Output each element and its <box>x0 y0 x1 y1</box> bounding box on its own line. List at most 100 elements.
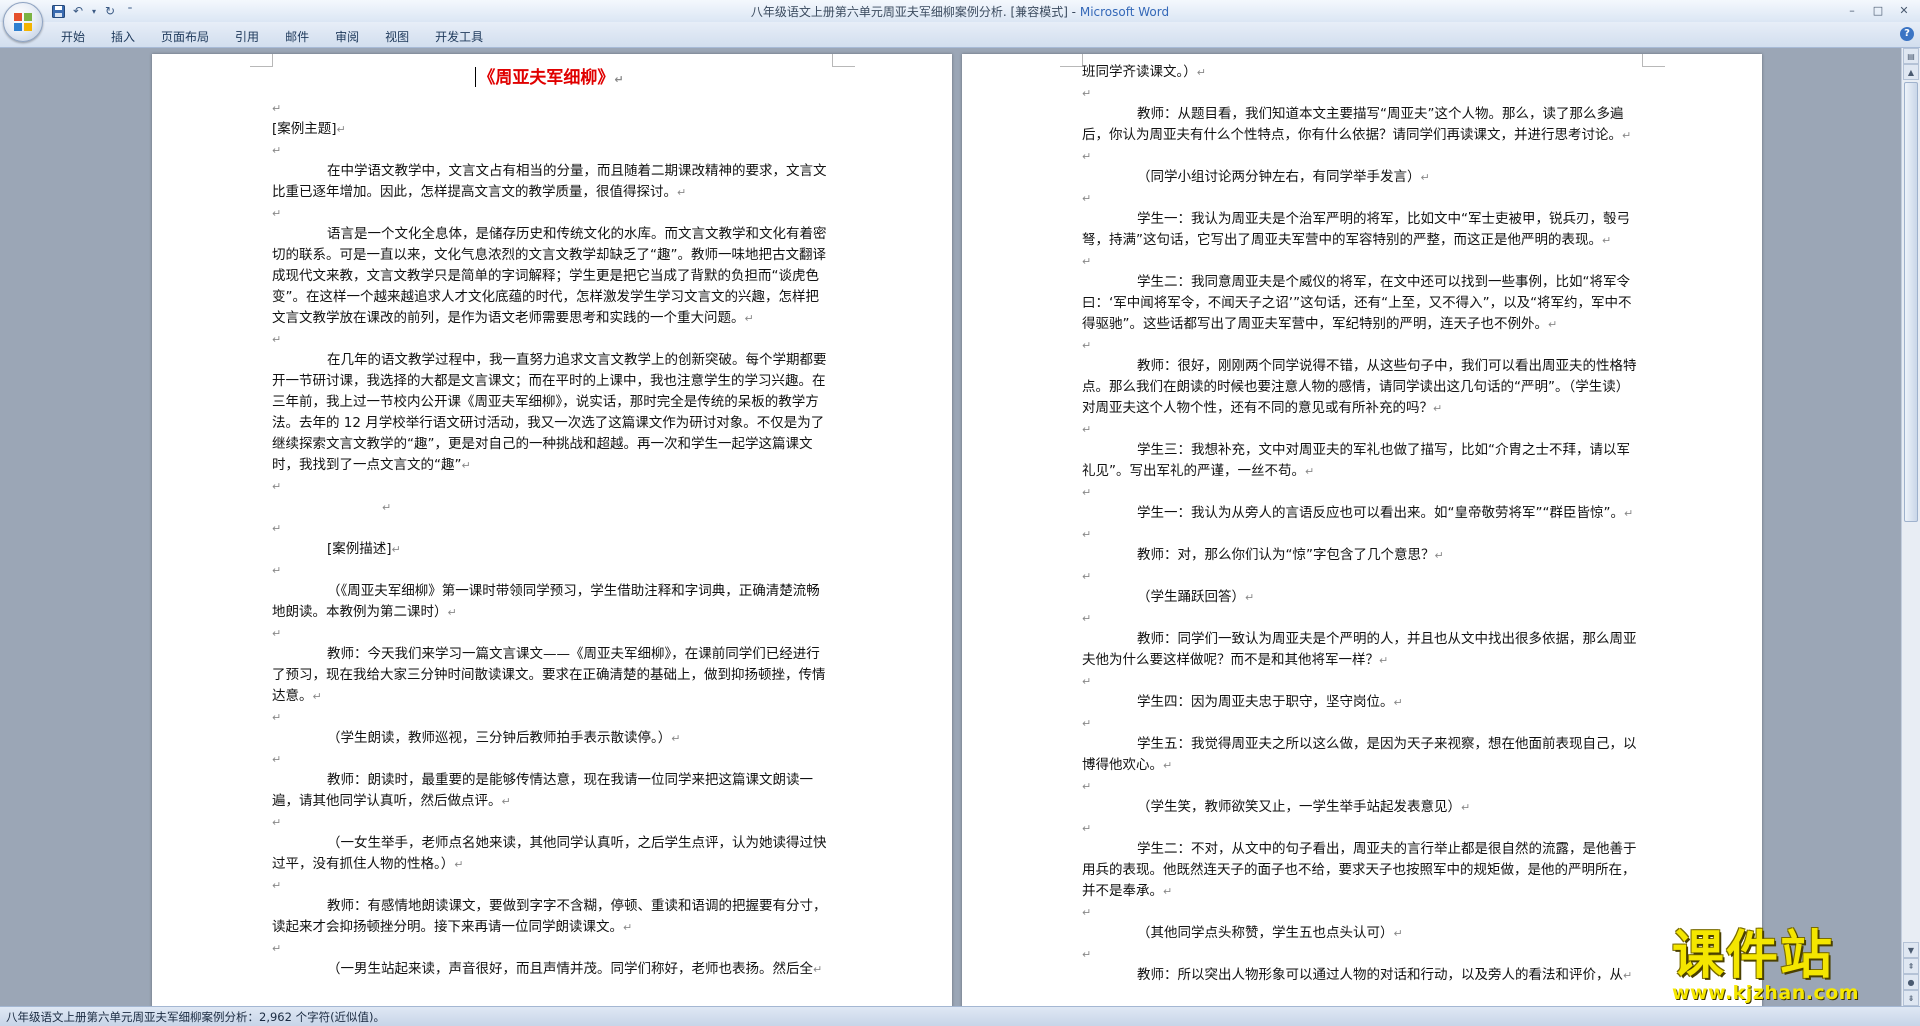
empty-paragraph: ↵ <box>272 560 827 581</box>
document-paragraph: （其他同学点头称赞，学生五也点头认可）↵ <box>1082 923 1637 944</box>
paragraph-mark-icon: ↵ <box>1082 906 1092 919</box>
scroll-up-icon[interactable]: ▲ <box>1903 64 1919 80</box>
empty-paragraph: ↵ <box>1082 566 1637 587</box>
empty-paragraph: ↵ <box>272 938 827 959</box>
document-paragraph: 学生一：我认为周亚夫是个治军严明的将军，比如文中“军士吏被甲，锐兵刃，彀弓弩，持… <box>1082 209 1637 251</box>
paragraph-mark-icon: ↵ <box>447 606 457 619</box>
paragraph-text: （一男生站起来读，声音很好，而且声情并茂。同学们称好，老师也表扬。然后全 <box>327 961 813 977</box>
paragraph-mark-icon: ↵ <box>671 732 681 745</box>
empty-paragraph: ↵ <box>272 329 827 350</box>
paragraph-mark-icon: ↵ <box>272 942 282 955</box>
window-title: 八年级语文上册第六单元周亚夫军细柳案例分析. [兼容模式] - Microsof… <box>0 3 1920 20</box>
document-paragraph: 在几年的语文教学过程中，我一直努力追求文言文教学上的创新突破。每个学期都要开一节… <box>272 350 827 476</box>
paragraph-text: 学生三：我想补充，文中对周亚夫的军礼也做了描写，比如“介胄之士不拜，请以军礼见”… <box>1082 442 1630 479</box>
tab-developer[interactable]: 开发工具 <box>422 26 496 47</box>
document-paragraph: 学生三：我想补充，文中对周亚夫的军礼也做了描写，比如“介胄之士不拜，请以军礼见”… <box>1082 440 1637 482</box>
paragraph-mark-icon: ↵ <box>1082 780 1092 793</box>
paragraph-mark-icon: ↵ <box>1461 801 1471 814</box>
paragraph-text: （《周亚夫军细柳》第一课时带领同学预习，学生借助注释和字词典，正确清楚流畅地朗读… <box>272 583 820 620</box>
paragraph-mark-icon: ↵ <box>1622 129 1632 142</box>
empty-paragraph: ↵ <box>1082 776 1637 797</box>
paragraph-mark-icon: ↵ <box>1082 948 1092 961</box>
paragraph-mark-icon: ↵ <box>813 963 823 976</box>
paragraph-mark-icon: ↵ <box>1082 570 1092 583</box>
paragraph-mark-icon: ↵ <box>1082 717 1092 730</box>
page-2-content[interactable]: 班同学齐读课文。）↵ ↵ 教师：从题目看，我们知道本文主要描写“周亚夫”这个人物。那… <box>1082 62 1637 986</box>
document-paragraph: 教师：对，那么你们认为“惊”字包含了几个意思？↵ <box>1082 545 1637 566</box>
document-paragraph: （一女生举手，老师点名她来读，其他同学认真听，之后学生点评，认为她读得过快过平，… <box>272 833 827 875</box>
paragraph-mark-icon: ↵ <box>272 816 282 829</box>
document-paragraph: [案例描述]↵ <box>272 539 827 560</box>
paragraph-mark-icon: ↵ <box>272 333 282 346</box>
empty-paragraph: ↵ <box>1082 524 1637 545</box>
ruler-toggle-icon[interactable]: ▤ <box>1903 48 1919 64</box>
empty-paragraph: ↵ <box>272 140 827 161</box>
document-paragraph: 教师：所以突出人物形象可以通过人物的对话和行动，以及旁人的看法和评价，从↵ <box>1082 965 1637 986</box>
help-icon[interactable]: ? <box>1900 27 1914 41</box>
paragraph-mark-icon: ↵ <box>312 690 322 703</box>
margin-corner-mark <box>832 54 855 67</box>
tab-view[interactable]: 视图 <box>372 26 422 47</box>
empty-paragraph: ↵ <box>1082 902 1637 923</box>
paragraph-mark-icon: ↵ <box>1196 66 1206 79</box>
document-paragraph: （一男生站起来读，声音很好，而且声情并茂。同学们称好，老师也表扬。然后全↵ <box>272 959 827 980</box>
empty-paragraph: ↵ <box>1082 944 1637 965</box>
paragraph-text: （同学小组讨论两分钟左右，有同学举手发言） <box>1137 169 1421 185</box>
paragraph-mark-icon: ↵ <box>1433 402 1443 415</box>
document-paragraph: 教师：很好，刚刚两个同学说得不错，从这些句子中，我们可以看出周亚夫的性格特点。那… <box>1082 356 1637 419</box>
paragraph-text: （学生笑，教师欲笑又止，一学生举手站起发表意见） <box>1137 799 1461 815</box>
paragraph-mark-icon: ↵ <box>272 627 282 640</box>
paragraph-mark-icon: ↵ <box>614 73 624 86</box>
office-button[interactable] <box>3 2 43 42</box>
tab-home[interactable]: 开始 <box>48 26 98 47</box>
document-paragraph: 学生四：因为周亚夫忠于职守，坚守岗位。↵ <box>1082 692 1637 713</box>
document-title: 八年级语文上册第六单元周亚夫军细柳案例分析. [兼容模式] - <box>750 5 1080 19</box>
paragraph-mark-icon: ↵ <box>1082 339 1092 352</box>
paragraph-text: （学生朗读，教师巡视，三分钟后教师拍手表示散读停。） <box>327 730 672 746</box>
tab-references[interactable]: 引用 <box>222 26 272 47</box>
paragraph-text: 学生一：我认为从旁人的言语反应也可以看出来。如“皇帝敬劳将军”“群臣皆惊”。 <box>1137 505 1624 521</box>
paragraph-text: （学生踊跃回答） <box>1137 589 1245 605</box>
tab-insert[interactable]: 插入 <box>98 26 148 47</box>
minimize-icon[interactable]: – <box>1840 1 1864 19</box>
paragraph-mark-icon: ↵ <box>1379 654 1389 667</box>
paragraph-mark-icon: ↵ <box>272 480 282 493</box>
scrollbar-thumb[interactable] <box>1904 82 1918 522</box>
page-1-content[interactable]: 《周亚夫军细柳》↵ ↵ [案例主题]↵ ↵ 在中学语文教学中，文言文占有相当的分量，而… <box>272 64 827 980</box>
tab-review[interactable]: 审阅 <box>322 26 372 47</box>
document-paragraph: [案例主题]↵ <box>272 119 827 140</box>
paragraph-text: 教师：有感情地朗读课文，要做到字字不含糊，停顿、重读和语调的把握要有分寸，读起来… <box>272 898 827 935</box>
document-paragraph: 学生二：我同意周亚夫是个威仪的将军，在文中还可以找到一些事例，比如“将军令曰：‘… <box>1082 272 1637 335</box>
paragraph-text: [案例描述] <box>327 541 392 557</box>
tab-page-layout[interactable]: 页面布局 <box>148 26 222 47</box>
document-area: 《周亚夫军细柳》↵ ↵ [案例主题]↵ ↵ 在中学语文教学中，文言文占有相当的分量，而… <box>0 48 1902 1006</box>
paragraph-mark-icon: ↵ <box>1082 423 1092 436</box>
paragraph-mark-icon: ↵ <box>272 144 282 157</box>
paragraph-text: 教师：今天我们来学习一篇文言课文——《周亚夫军细柳》，在课前同学们已经进行了预习… <box>272 646 826 704</box>
paragraph-mark-icon: ↵ <box>272 711 282 724</box>
paragraph-mark-icon: ↵ <box>1082 675 1092 688</box>
vertical-scrollbar[interactable]: ▤ ▲ ▼ ⇞ ● ⇟ <box>1901 48 1920 1006</box>
paragraph-text: 学生一：我认为周亚夫是个治军严明的将军，比如文中“军士吏被甲，锐兵刃，彀弓弩，持… <box>1082 211 1630 248</box>
document-paragraph: 教师：从题目看，我们知道本文主要描写“周亚夫”这个人物。那么，读了那么多遍后，你… <box>1082 104 1637 146</box>
empty-paragraph: ↵ <box>272 203 827 224</box>
empty-paragraph: ↵ <box>272 707 827 728</box>
paragraph-mark-icon: ↵ <box>1602 234 1612 247</box>
maximize-icon[interactable]: □ <box>1866 1 1890 19</box>
tab-mailings[interactable]: 邮件 <box>272 26 322 47</box>
document-paragraph: 学生五：我觉得周亚夫之所以这么做，是因为天子来视察，想在他面前表现自己，以博得他… <box>1082 734 1637 776</box>
paragraph-mark-icon: ↵ <box>1245 591 1255 604</box>
document-page-2[interactable]: 班同学齐读课文。）↵ ↵ 教师：从题目看，我们知道本文主要描写“周亚夫”这个人物。那… <box>962 54 1762 1006</box>
office-logo-icon <box>14 13 32 31</box>
empty-paragraph: ↵ <box>1082 146 1637 167</box>
paragraph-mark-icon: ↵ <box>272 564 282 577</box>
paragraph-mark-icon: ↵ <box>1623 969 1633 982</box>
paragraph-mark-icon: ↵ <box>272 102 282 115</box>
margin-corner-mark <box>250 54 273 67</box>
paragraph-mark-icon: ↵ <box>1082 192 1092 205</box>
document-page-1[interactable]: 《周亚夫军细柳》↵ ↵ [案例主题]↵ ↵ 在中学语文教学中，文言文占有相当的分量，而… <box>152 54 952 1006</box>
close-icon[interactable]: ✕ <box>1892 1 1916 19</box>
status-word-count[interactable]: 八年级语文上册第六单元周亚夫军细柳案例分析：2,962 个字符(近似值)。 <box>6 1009 385 1025</box>
document-heading: 《周亚夫军细柳》↵ <box>272 64 827 94</box>
paragraph-mark-icon: ↵ <box>1082 822 1092 835</box>
